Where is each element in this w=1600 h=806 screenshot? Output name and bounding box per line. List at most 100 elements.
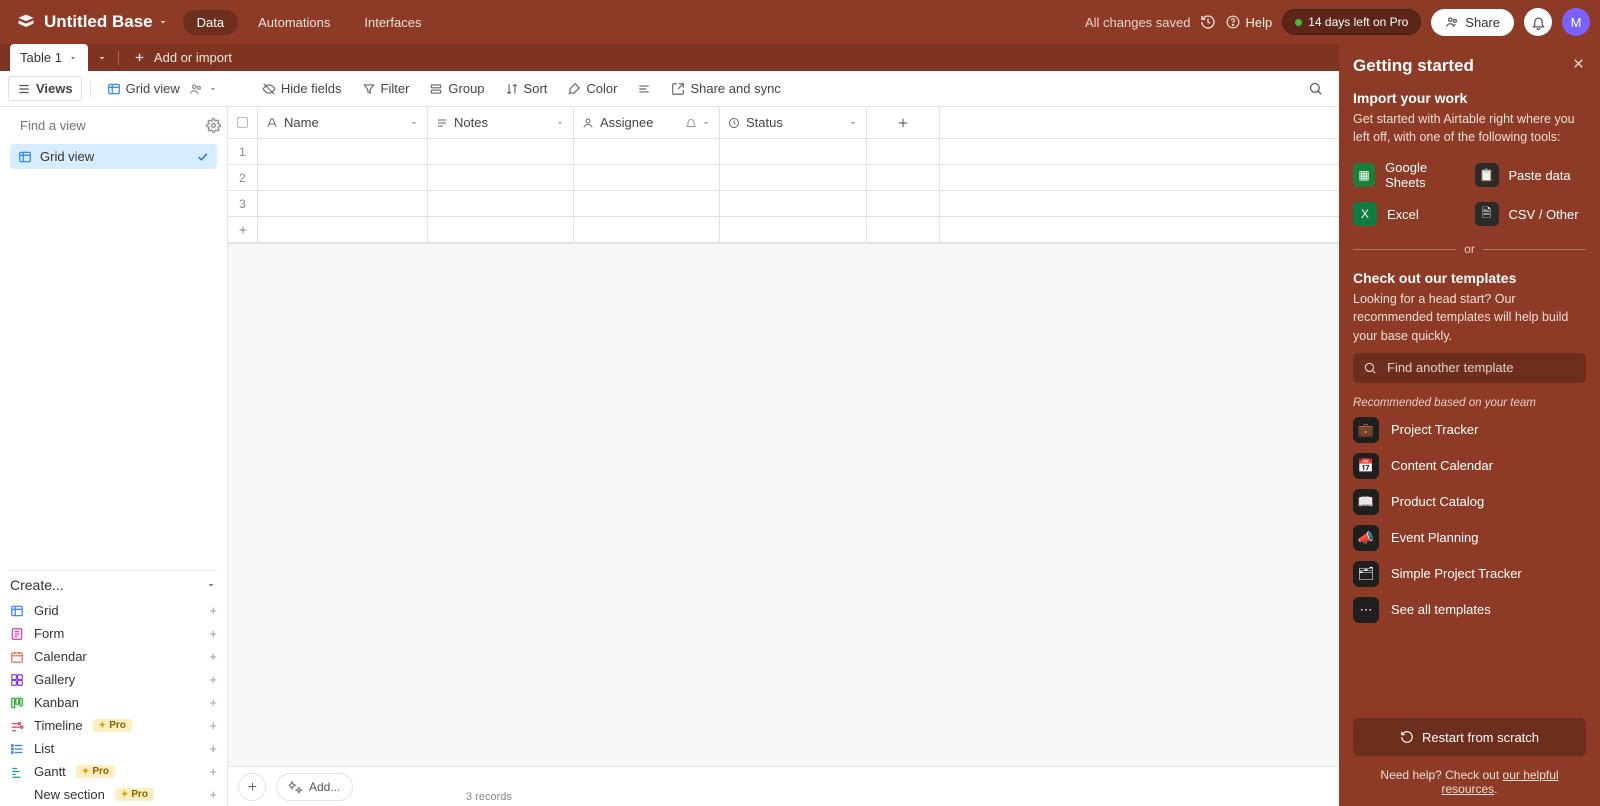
- magic-icon: [289, 780, 303, 794]
- create-view-grid[interactable]: Grid+: [8, 599, 219, 622]
- base-menu-icon[interactable]: [157, 16, 169, 28]
- templates-title: Check out our templates: [1353, 270, 1586, 286]
- template-event-planning[interactable]: 📣Event Planning: [1353, 525, 1586, 551]
- column-notes[interactable]: Notes: [428, 107, 574, 138]
- import-paste-data[interactable]: 📋Paste data: [1475, 160, 1587, 190]
- color-button[interactable]: Color: [559, 77, 625, 100]
- save-status: All changes saved: [1085, 15, 1191, 30]
- create-header[interactable]: Create...: [8, 570, 219, 599]
- search-icon: [1363, 361, 1377, 375]
- add-column-button[interactable]: [867, 107, 940, 138]
- data-grid: Name Notes Assignee: [228, 107, 1339, 806]
- gallery-icon: [10, 673, 24, 687]
- table-row[interactable]: 3: [228, 191, 1339, 217]
- view-toolbar: Views Grid view Hide fields Filter Group…: [0, 71, 1339, 107]
- user-avatar[interactable]: M: [1562, 8, 1590, 36]
- create-view-form[interactable]: Form+: [8, 622, 219, 645]
- help-button[interactable]: Help: [1226, 15, 1272, 30]
- template-search[interactable]: [1353, 353, 1586, 383]
- base-name[interactable]: Untitled Base: [44, 12, 153, 32]
- bell-icon: [685, 117, 697, 129]
- create-view-calendar[interactable]: Calendar+: [8, 645, 219, 668]
- template-project-tracker[interactable]: 💼Project Tracker: [1353, 417, 1586, 443]
- plus-icon: +: [209, 741, 217, 756]
- close-panel-button[interactable]: [1571, 56, 1586, 71]
- file-icon: 🗎: [1475, 202, 1499, 226]
- pro-badge: Pro: [76, 765, 115, 778]
- create-view-gallery[interactable]: Gallery+: [8, 668, 219, 691]
- tab-interfaces[interactable]: Interfaces: [350, 10, 435, 35]
- plus-icon: +: [209, 764, 217, 779]
- column-name[interactable]: Name: [258, 107, 428, 138]
- checkbox-icon: [237, 117, 248, 128]
- tab-data[interactable]: Data: [183, 10, 238, 35]
- add-record-circle-button[interactable]: [238, 773, 266, 801]
- table-tab-label: Table 1: [20, 50, 62, 65]
- column-assignee[interactable]: Assignee: [574, 107, 720, 138]
- group-button[interactable]: Group: [421, 77, 492, 100]
- plus-icon: +: [209, 787, 217, 802]
- view-label: Grid view: [40, 149, 94, 164]
- plus-icon: +: [209, 626, 217, 641]
- restart-button[interactable]: Restart from scratch: [1353, 718, 1586, 756]
- filter-button[interactable]: Filter: [354, 77, 418, 100]
- history-button[interactable]: [1200, 14, 1216, 30]
- import-title: Import your work: [1353, 90, 1586, 106]
- select-all-cell[interactable]: [228, 107, 258, 138]
- row-height-button[interactable]: [629, 78, 659, 100]
- add-menu-button[interactable]: Add...: [276, 773, 353, 801]
- templates-desc: Looking for a head start? Our recommende…: [1353, 290, 1586, 344]
- grid-header: Name Notes Assignee: [228, 107, 1339, 139]
- create-view-kanban[interactable]: Kanban+: [8, 691, 219, 714]
- new-section-row[interactable]: New section Pro +: [8, 783, 219, 806]
- sort-button[interactable]: Sort: [497, 77, 556, 100]
- top-mode-tabs: Data Automations Interfaces: [183, 10, 436, 35]
- grid-icon: [18, 150, 32, 164]
- recommended-label: Recommended based on your team: [1353, 397, 1586, 409]
- share-sync-button[interactable]: Share and sync: [663, 77, 788, 100]
- sidebar-view-grid[interactable]: Grid view: [10, 144, 217, 169]
- add-record-row[interactable]: [228, 217, 1339, 243]
- search-button[interactable]: [1300, 77, 1331, 100]
- grid-icon: [10, 604, 24, 618]
- table-tab-active[interactable]: Table 1: [10, 44, 88, 71]
- list-icon: [10, 742, 24, 756]
- sheets-icon: ▦: [1353, 163, 1375, 187]
- create-view-list[interactable]: List+: [8, 737, 219, 760]
- trial-badge[interactable]: 14 days left on Pro: [1282, 9, 1421, 35]
- add-or-import-button[interactable]: Add or import: [121, 44, 244, 71]
- table-row[interactable]: 2: [228, 165, 1339, 191]
- row-number: 1: [228, 139, 258, 164]
- timeline-icon: [10, 719, 24, 733]
- view-settings-button[interactable]: [206, 118, 221, 133]
- pro-badge: Pro: [115, 788, 154, 801]
- app-header: Untitled Base Data Automations Interface…: [0, 0, 1600, 44]
- template-search-input[interactable]: [1385, 359, 1576, 376]
- kanban-icon: [10, 696, 24, 710]
- notifications-button[interactable]: [1524, 8, 1552, 36]
- check-icon: [196, 150, 209, 163]
- template-content-calendar[interactable]: 📅Content Calendar: [1353, 453, 1586, 479]
- import-csv[interactable]: 🗎CSV / Other: [1475, 202, 1587, 226]
- table-row[interactable]: 1: [228, 139, 1339, 165]
- template-icon: 🗂: [1353, 561, 1379, 587]
- create-view-gantt[interactable]: GanttPro+: [8, 760, 219, 783]
- template-product-catalog[interactable]: 📖Product Catalog: [1353, 489, 1586, 515]
- template-icon: 📣: [1353, 525, 1379, 551]
- view-picker-button[interactable]: Grid view: [99, 77, 226, 100]
- tables-menu-button[interactable]: [88, 44, 116, 71]
- import-google-sheets[interactable]: ▦Google Sheets: [1353, 160, 1465, 190]
- see-all-templates[interactable]: ⋯ See all templates: [1353, 597, 1586, 623]
- find-view-input[interactable]: [18, 117, 198, 134]
- share-button[interactable]: Share: [1431, 9, 1514, 36]
- app-logo-icon: [16, 12, 36, 32]
- hide-fields-button[interactable]: Hide fields: [254, 77, 350, 100]
- restart-icon: [1400, 730, 1414, 744]
- column-status[interactable]: Status: [720, 107, 867, 138]
- template-simple-project-tracker[interactable]: 🗂Simple Project Tracker: [1353, 561, 1586, 587]
- import-excel[interactable]: XExcel: [1353, 202, 1465, 226]
- views-toggle-button[interactable]: Views: [8, 76, 82, 101]
- view-name: Grid view: [126, 81, 180, 96]
- create-view-timeline[interactable]: TimelinePro+: [8, 714, 219, 737]
- tab-automations[interactable]: Automations: [244, 10, 344, 35]
